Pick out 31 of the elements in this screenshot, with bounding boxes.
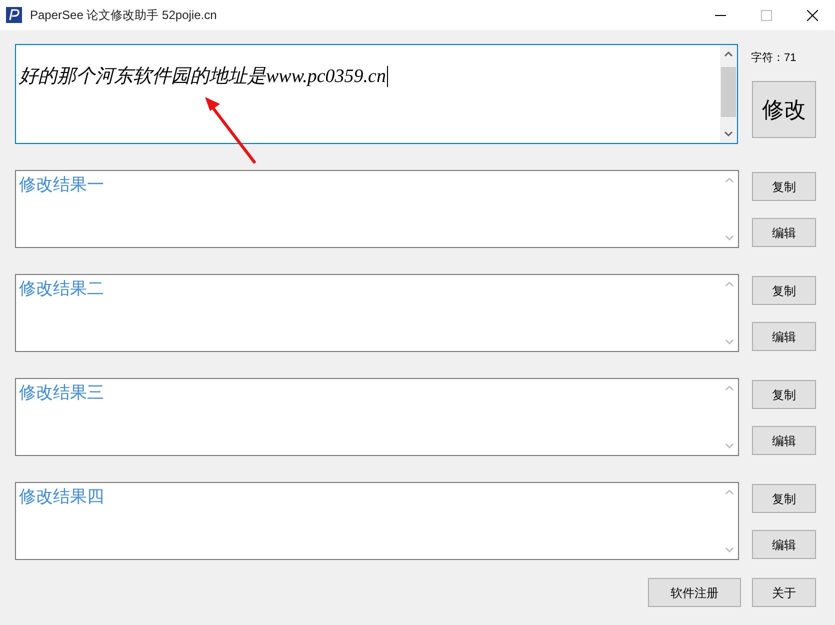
window-title: PaperSee 论文修改助手 52pojie.cn	[30, 7, 217, 24]
minimize-icon	[714, 14, 726, 16]
result-text: 修改结果四	[19, 487, 104, 506]
input-field[interactable]: 好的那个河东软件园的地址是www.pc0359.cn	[15, 44, 738, 144]
result-text: 修改结果二	[19, 279, 104, 298]
edit-button[interactable]: 编辑	[752, 530, 816, 559]
copy-button[interactable]: 复制	[752, 276, 816, 305]
result-box[interactable]: 修改结果一	[15, 170, 739, 248]
copy-button[interactable]: 复制	[752, 380, 816, 409]
scroll-up-icon[interactable]	[724, 51, 733, 57]
result-text: 修改结果三	[19, 383, 104, 402]
maximize-icon	[760, 10, 772, 20]
copy-button[interactable]: 复制	[752, 484, 816, 513]
edit-button[interactable]: 编辑	[752, 218, 816, 247]
result-box[interactable]: 修改结果三	[15, 378, 739, 456]
app-logo-icon	[6, 7, 22, 23]
scrollbar-thumb[interactable]	[721, 67, 736, 117]
copy-button[interactable]: 复制	[752, 172, 816, 201]
scrollbar[interactable]	[720, 45, 737, 143]
about-button[interactable]: 关于	[752, 578, 816, 607]
register-button[interactable]: 软件注册	[648, 578, 741, 607]
close-icon	[806, 10, 818, 20]
result-text: 修改结果一	[19, 175, 104, 194]
edit-button[interactable]: 编辑	[752, 322, 816, 351]
scroll-down-icon[interactable]	[724, 131, 733, 137]
result-box[interactable]: 修改结果四	[15, 482, 739, 560]
edit-button[interactable]: 编辑	[752, 426, 816, 455]
char-count: 字符：71	[751, 50, 798, 66]
input-text: 好的那个河东软件园的地址是www.pc0359.cn	[19, 66, 388, 87]
modify-button[interactable]: 修改	[752, 80, 816, 138]
result-box[interactable]: 修改结果二	[15, 274, 739, 352]
